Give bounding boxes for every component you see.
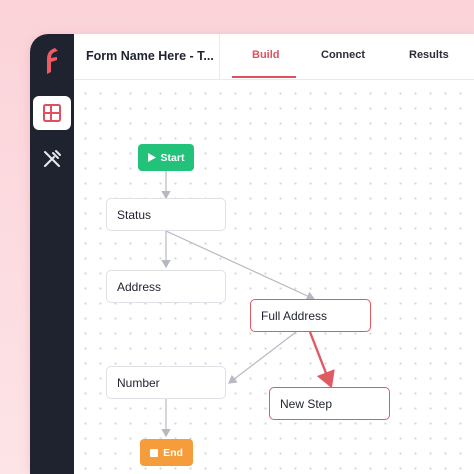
header-divider xyxy=(219,34,220,80)
active-tab-indicator xyxy=(232,76,296,78)
tab-results[interactable]: Results xyxy=(409,49,449,61)
side-rail xyxy=(30,34,74,474)
node-address-label: Address xyxy=(117,279,162,294)
tools-icon xyxy=(44,150,61,167)
node-new-step-label: New Step xyxy=(280,396,333,411)
tab-build[interactable]: Build xyxy=(252,49,280,61)
node-new-step[interactable]: New Step xyxy=(269,387,390,420)
app-window: Form Name Here - T... Build Connect Resu… xyxy=(30,34,474,474)
end-node[interactable]: End xyxy=(140,439,193,466)
end-label: End xyxy=(163,446,183,459)
node-status-label: Status xyxy=(117,207,152,222)
flow-canvas[interactable]: Start Status Address Full Address Number… xyxy=(74,80,474,474)
edge-full-address-number xyxy=(228,331,297,384)
node-address[interactable]: Address xyxy=(106,270,226,303)
node-status[interactable]: Status xyxy=(106,198,226,231)
app-logo-icon xyxy=(47,48,58,74)
start-label: Start xyxy=(160,151,185,164)
start-node[interactable]: Start xyxy=(138,144,194,171)
play-icon xyxy=(147,153,156,162)
node-full-address-label: Full Address xyxy=(261,308,328,323)
node-full-address[interactable]: Full Address xyxy=(250,299,371,332)
stop-icon xyxy=(150,448,159,457)
rail-item-layout[interactable] xyxy=(33,96,71,130)
form-title[interactable]: Form Name Here - T... xyxy=(86,49,216,63)
edge-full-address-new-step xyxy=(308,331,335,389)
tab-connect[interactable]: Connect xyxy=(321,49,365,61)
node-number-label: Number xyxy=(117,375,160,390)
rail-item-tools[interactable] xyxy=(33,142,71,176)
node-number[interactable]: Number xyxy=(106,366,226,399)
top-bar: Form Name Here - T... Build Connect Resu… xyxy=(74,34,474,80)
layout-icon xyxy=(43,104,61,122)
